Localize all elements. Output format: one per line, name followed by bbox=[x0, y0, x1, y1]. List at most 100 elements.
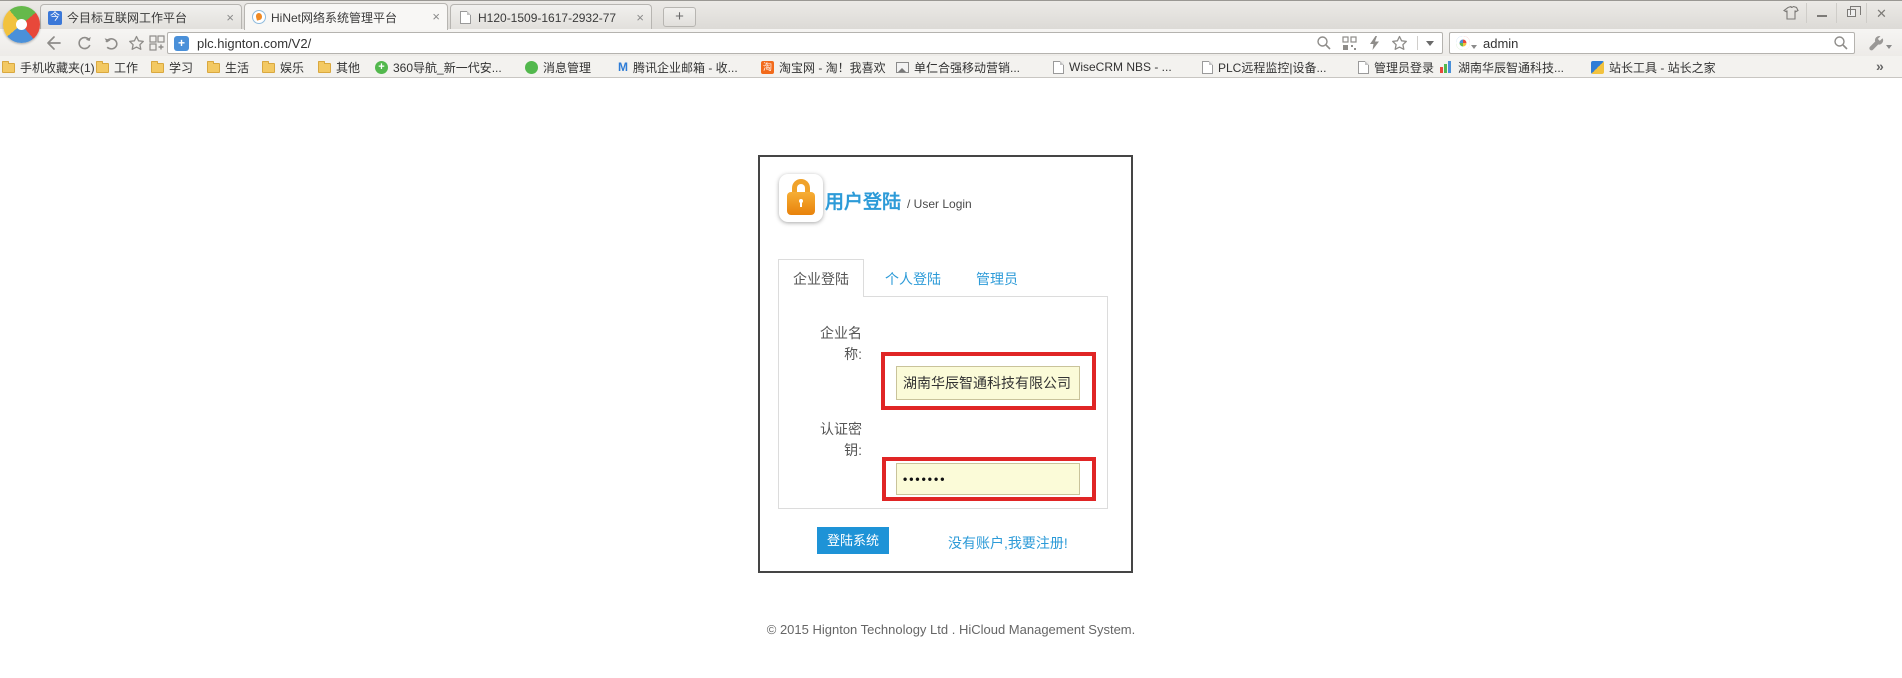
search-input[interactable]: admin bbox=[1483, 36, 1825, 51]
page-icon bbox=[1053, 61, 1064, 74]
tshirt-icon bbox=[1783, 6, 1799, 20]
restore-button[interactable] bbox=[1836, 3, 1866, 23]
tab-hinet-active[interactable]: HiNet网络系统管理平台 × bbox=[244, 3, 448, 30]
bookmark-item[interactable]: 站长工具 - 站长之家 bbox=[1591, 59, 1716, 75]
tab-title: H120-1509-1617-2932-77 bbox=[478, 11, 631, 25]
magnifier-icon bbox=[1316, 35, 1332, 51]
bookmark-item[interactable]: M 腾讯企业邮箱 - 收... bbox=[618, 59, 738, 75]
page-favicon bbox=[460, 11, 471, 24]
back-button[interactable] bbox=[44, 34, 64, 52]
tab-personal-login[interactable]: 个人登陆 bbox=[885, 269, 941, 289]
tab-admin-login[interactable]: 管理员 bbox=[976, 269, 1018, 289]
url-text[interactable]: plc.hignton.com/V2/ bbox=[197, 36, 311, 51]
bookmark-item[interactable]: PLC远程监控|设备... bbox=[1200, 59, 1326, 75]
page-content: 用户登陆 / User Login 企业登陆 个人登陆 管理员 企业名称: 湖南… bbox=[0, 78, 1902, 678]
site-favicon: + bbox=[174, 36, 189, 51]
bookmark-label: 娱乐 bbox=[280, 59, 304, 76]
tab-enterprise-login[interactable]: 企业登陆 bbox=[778, 259, 864, 297]
bookmark-label: 管理员登录 bbox=[1374, 59, 1434, 76]
search-submit-button[interactable] bbox=[1832, 34, 1850, 52]
page-icon bbox=[1202, 61, 1213, 74]
page-zoom-button[interactable] bbox=[1315, 34, 1333, 52]
bookmark-label: 工作 bbox=[114, 59, 138, 76]
enterprise-name-input[interactable]: 湖南华辰智通科技有限公司 bbox=[896, 366, 1080, 400]
chinaz-icon bbox=[1591, 61, 1604, 74]
360nav-icon: + bbox=[375, 61, 388, 74]
reopen-closed-button[interactable] bbox=[101, 34, 121, 52]
close-tab-icon[interactable]: × bbox=[432, 11, 440, 23]
url-dropdown-button[interactable] bbox=[1418, 41, 1442, 46]
bookmark-item[interactable]: +360导航_新一代安... bbox=[375, 59, 502, 75]
search-box[interactable]: admin bbox=[1449, 32, 1855, 54]
refresh-icon bbox=[76, 35, 93, 52]
close-tab-icon[interactable]: × bbox=[636, 12, 644, 24]
browser-window: 今 今目标互联网工作平台 × HiNet网络系统管理平台 × H120-1509… bbox=[0, 0, 1902, 678]
copyright-footer: © 2015 Hignton Technology Ltd . HiCloud … bbox=[0, 622, 1902, 637]
bookmark-label: 其他 bbox=[336, 59, 360, 76]
bookmark-item[interactable]: 消息管理 bbox=[525, 59, 591, 75]
bookmark-label: 360导航_新一代安... bbox=[393, 59, 502, 76]
register-link[interactable]: 没有账户,我要注册! bbox=[948, 533, 1068, 553]
picture-icon bbox=[896, 62, 909, 73]
close-window-button[interactable]: ✕ bbox=[1866, 3, 1896, 23]
auth-key-label: 认证密钥: bbox=[810, 419, 862, 461]
bookmark-item[interactable]: 单仁合强移动营销... bbox=[896, 59, 1020, 75]
bookmark-item[interactable]: 学习 bbox=[151, 59, 193, 75]
bookmark-item[interactable]: WiseCRM NBS - ... bbox=[1051, 59, 1172, 75]
skin-button[interactable] bbox=[1776, 3, 1806, 23]
enterprise-name-label: 企业名称: bbox=[810, 323, 862, 365]
bookmark-page-button[interactable] bbox=[1390, 34, 1408, 52]
hinet-favicon bbox=[252, 10, 266, 24]
lightning-icon bbox=[1368, 35, 1381, 51]
page-title: 用户登陆 bbox=[825, 187, 901, 214]
folder-icon bbox=[318, 63, 331, 73]
bookmark-item[interactable]: 其他 bbox=[318, 59, 360, 75]
folder-icon bbox=[262, 63, 275, 73]
bookmark-label: 站长工具 - 站长之家 bbox=[1609, 59, 1716, 76]
tab-jinmubiao[interactable]: 今 今目标互联网工作平台 × bbox=[40, 4, 242, 30]
bookmark-item[interactable]: 淘淘宝网 - 淘！我喜欢 bbox=[761, 59, 886, 75]
bookmark-label: PLC远程监控|设备... bbox=[1218, 59, 1326, 76]
apps-grid-button[interactable] bbox=[147, 34, 167, 52]
qr-code-button[interactable] bbox=[1340, 34, 1358, 52]
address-bar[interactable]: + plc.hignton.com/V2/ bbox=[167, 32, 1443, 54]
close-tab-icon[interactable]: × bbox=[226, 12, 234, 24]
bookmark-item[interactable]: 生活 bbox=[207, 59, 249, 75]
tencent-mail-icon: M bbox=[618, 60, 628, 74]
search-engine-caret-icon bbox=[1471, 45, 1477, 49]
tab-strip: 今 今目标互联网工作平台 × HiNet网络系统管理平台 × H120-1509… bbox=[0, 0, 1902, 29]
barchart-icon bbox=[1440, 61, 1453, 73]
bookmark-label: WiseCRM NBS - ... bbox=[1069, 60, 1172, 74]
new-tab-button[interactable]: + bbox=[663, 7, 696, 27]
lock-keyhole bbox=[799, 199, 803, 203]
bookmark-label: 生活 bbox=[225, 59, 249, 76]
speed-mode-button[interactable] bbox=[1365, 34, 1383, 52]
back-arrow-icon bbox=[45, 35, 63, 51]
tab-h120[interactable]: H120-1509-1617-2932-77 × bbox=[450, 4, 652, 30]
bookmark-item[interactable]: 湖南华辰智通科技... bbox=[1440, 59, 1564, 75]
bookmarks-bar: 手机收藏夹(1) 工作 学习 生活 娱乐 其他 +360导航_新一代安... 消… bbox=[0, 56, 1902, 78]
login-card: 用户登陆 / User Login 企业登陆 个人登陆 管理员 企业名称: 湖南… bbox=[758, 155, 1133, 573]
tools-menu-button[interactable] bbox=[1862, 33, 1898, 53]
bookmark-item[interactable]: 娱乐 bbox=[262, 59, 304, 75]
browser-logo-icon[interactable] bbox=[3, 6, 40, 43]
bookmark-label: 手机收藏夹(1) bbox=[20, 59, 95, 76]
auth-key-password-input[interactable]: ••••••• bbox=[896, 463, 1080, 495]
refresh-button[interactable] bbox=[74, 34, 94, 52]
search-engine-icon[interactable] bbox=[1456, 36, 1470, 50]
taobao-icon: 淘 bbox=[761, 61, 774, 74]
jinmubiao-favicon: 今 bbox=[48, 11, 62, 25]
grid-plus-icon bbox=[149, 35, 165, 51]
bookmark-item[interactable]: 工作 bbox=[96, 59, 138, 75]
bookmark-label: 淘宝网 - 淘！我喜欢 bbox=[779, 59, 886, 76]
bookmark-label: 腾讯企业邮箱 - 收... bbox=[633, 59, 738, 76]
favorites-button[interactable] bbox=[126, 34, 146, 52]
bookmarks-overflow-button[interactable]: » bbox=[1876, 58, 1884, 74]
minimize-button[interactable] bbox=[1806, 3, 1836, 23]
message-icon bbox=[525, 61, 538, 74]
bookmark-item[interactable]: 手机收藏夹(1) bbox=[2, 59, 95, 75]
folder-icon bbox=[96, 63, 109, 73]
bookmark-item[interactable]: 管理员登录 bbox=[1356, 59, 1434, 75]
bookmark-label: 单仁合强移动营销... bbox=[914, 59, 1020, 76]
login-button[interactable]: 登陆系统 bbox=[817, 527, 889, 554]
